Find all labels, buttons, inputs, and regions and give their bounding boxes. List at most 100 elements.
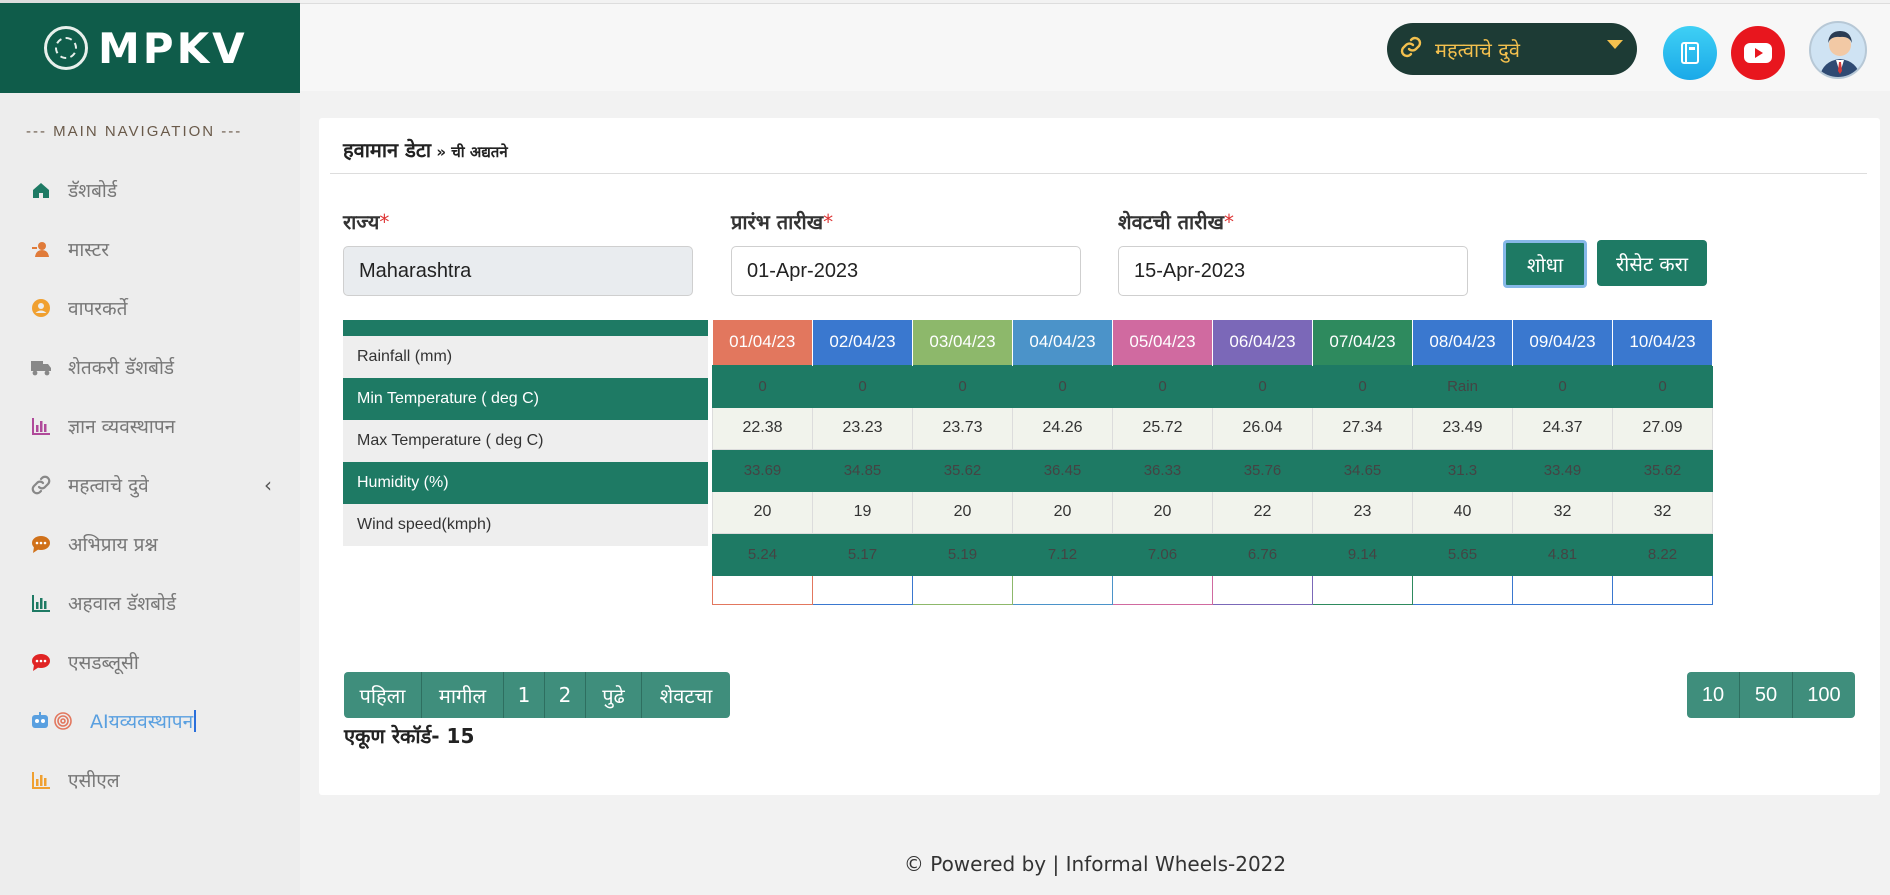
table-cell: 35.62	[912, 448, 1013, 492]
robot-fingerprint-icon	[28, 708, 76, 734]
page-title: हवामान डेटा » ची अद्यतने	[343, 138, 508, 162]
table-cell: 7.12	[1012, 532, 1113, 576]
table-cell: 36.33	[1112, 448, 1213, 492]
date-column-header: 03/04/23	[912, 320, 1013, 365]
book-button[interactable]	[1663, 26, 1717, 80]
table-cell: 23.73	[912, 406, 1013, 450]
sidebar: MPKV --- MAIN NAVIGATION --- डॅशबोर्ड मास…	[0, 0, 300, 895]
next-page-button[interactable]: पुढे	[586, 672, 642, 718]
table-cell: 0	[712, 364, 813, 408]
prev-page-button[interactable]: मागील	[422, 672, 504, 718]
table-cell: 0	[1612, 364, 1713, 408]
youtube-button[interactable]	[1731, 26, 1785, 80]
table-cell: 20	[912, 490, 1013, 534]
sidebar-item[interactable]: वापरकर्ते	[0, 278, 300, 337]
table-row: 33.69 34.85 35.62 36.45 36.33 35.76 34.65 31.3 3…	[712, 448, 1713, 492]
first-page-button[interactable]: पहिला	[344, 672, 422, 718]
row-label: Min Temperature ( deg C)	[343, 378, 708, 420]
important-links-label: महत्वाचे दुवे	[1435, 37, 1520, 62]
bar-chart-icon	[28, 590, 54, 616]
table-cell	[1412, 574, 1513, 605]
table-cell: 5.17	[812, 532, 913, 576]
table-cell: 31.3	[1412, 448, 1513, 492]
table-cell: 34.65	[1312, 448, 1413, 492]
brand-logo[interactable]: MPKV	[0, 3, 300, 93]
table-cell: 22	[1212, 490, 1313, 534]
table-cell	[1512, 574, 1613, 605]
table-cell: 24.26	[1012, 406, 1113, 450]
table-cell: Rain	[1412, 364, 1513, 408]
table-cell: 20	[1112, 490, 1213, 534]
sidebar-item-label: अभिप्राय प्रश्न	[68, 533, 158, 556]
sidebar-item-label: वापरकर्ते	[68, 297, 128, 320]
link-icon	[28, 472, 54, 498]
table-cell: 35.62	[1612, 448, 1713, 492]
table-cell: 4.81	[1512, 532, 1613, 576]
page-1-button[interactable]: 1	[504, 672, 545, 718]
table-cell	[912, 574, 1013, 605]
sidebar-item[interactable]: अहवाल डॅशबोर्ड	[0, 573, 300, 632]
table-cell: 0	[1212, 364, 1313, 408]
sidebar-item[interactable]: ज्ञान व्यवस्थापन	[0, 396, 300, 455]
important-links-dropdown[interactable]: महत्वाचे दुवे	[1387, 23, 1637, 75]
table-cell: 0	[1312, 364, 1413, 408]
table-cell: 5.19	[912, 532, 1013, 576]
chat-icon	[28, 531, 54, 557]
table-cell: 0	[1112, 364, 1213, 408]
sidebar-item[interactable]: अभिप्राय प्रश्न	[0, 514, 300, 573]
sidebar-item-label: अहवाल डॅशबोर्ड	[68, 592, 177, 615]
date-column-header: 05/04/23	[1112, 320, 1213, 365]
youtube-icon	[1744, 43, 1772, 63]
page-size-10-button[interactable]: 10	[1687, 672, 1740, 718]
user-circle-icon	[28, 295, 54, 321]
table-cell: 36.45	[1012, 448, 1113, 492]
last-page-button[interactable]: शेवटचा	[642, 672, 730, 718]
sidebar-item-label: AIयव्यवस्थापन	[90, 710, 194, 733]
end-date-field[interactable]: 15-Apr-2023	[1118, 246, 1468, 296]
user-avatar[interactable]	[1809, 21, 1867, 79]
table-cell: 27.09	[1612, 406, 1713, 450]
brand-name: MPKV	[98, 23, 248, 73]
page-2-button[interactable]: 2	[545, 672, 586, 718]
sidebar-item[interactable]: एसीएल	[0, 750, 300, 809]
sidebar-item[interactable]: शेतकरी डॅशबोर्ड	[0, 337, 300, 396]
sidebar-item-label: एसीएल	[68, 769, 120, 792]
sidebar-item[interactable]: एसडब्लूसी	[0, 632, 300, 691]
date-column-header: 10/04/23	[1612, 320, 1713, 365]
weather-row-labels: Rainfall (mm) Min Temperature ( deg C) Max…	[343, 320, 708, 546]
table-cell: 34.85	[812, 448, 913, 492]
table-cell: 19	[812, 490, 913, 534]
table-cell: 33.69	[712, 448, 813, 492]
table-cell: 23.23	[812, 406, 913, 450]
label-header	[343, 320, 708, 336]
sidebar-item[interactable]: डॅशबोर्ड	[0, 160, 300, 219]
weather-data-table: 01/04/23 02/04/23 03/04/23 04/04/23 05/04/23…	[712, 320, 1713, 605]
reset-button[interactable]: रीसेट करा	[1597, 240, 1707, 286]
search-button[interactable]: शोधा	[1503, 240, 1587, 288]
page-size-50-button[interactable]: 50	[1740, 672, 1793, 718]
nav-list: डॅशबोर्ड मास्टर वापरकर्ते शेतकरी डॅशबोर्ड ज्…	[0, 160, 300, 809]
nav-heading: --- MAIN NAVIGATION ---	[26, 123, 243, 140]
page-size-100-button[interactable]: 100	[1793, 672, 1855, 718]
link-icon	[1399, 35, 1423, 64]
date-column-header: 02/04/23	[812, 320, 913, 365]
sidebar-item[interactable]: महत्वाचे दुवे ‹	[0, 455, 300, 514]
sidebar-item[interactable]: AIयव्यवस्थापन	[0, 691, 300, 750]
start-date-field[interactable]: 01-Apr-2023	[731, 246, 1081, 296]
topbar: महत्वाचे दुवे	[300, 3, 1890, 91]
university-seal-icon	[44, 26, 88, 70]
table-cell: 26.04	[1212, 406, 1313, 450]
truck-icon	[28, 354, 54, 380]
table-cell	[1312, 574, 1413, 605]
table-cell	[1212, 574, 1313, 605]
sidebar-item-label: ज्ञान व्यवस्थापन	[68, 415, 176, 438]
sidebar-item-label: एसडब्लूसी	[68, 651, 139, 674]
table-cell: 23	[1312, 490, 1413, 534]
weather-data-card: हवामान डेटा » ची अद्यतने राज्य* Maharash…	[319, 118, 1880, 795]
table-cell: 0	[1012, 364, 1113, 408]
state-field[interactable]: Maharashtra	[343, 246, 693, 296]
table-cell: 0	[912, 364, 1013, 408]
sidebar-item[interactable]: मास्टर	[0, 219, 300, 278]
state-label: राज्य*	[343, 210, 390, 234]
table-cell: 20	[1012, 490, 1113, 534]
